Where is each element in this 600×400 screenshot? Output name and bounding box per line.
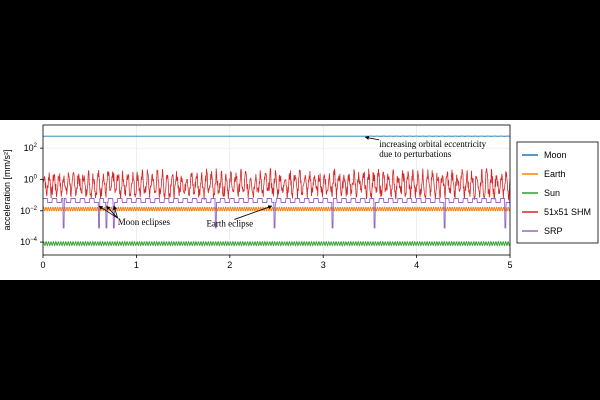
x-tick-label: 5: [507, 260, 512, 270]
legend-label: Moon: [544, 150, 567, 160]
y-tick-label: 100: [24, 174, 38, 184]
x-tick-label: 0: [40, 260, 45, 270]
annotation-text: increasing orbital eccentricity due to pe…: [379, 139, 486, 159]
annotations: increasing orbital eccentricity due to pe…: [98, 135, 487, 228]
legend-label: Earth: [544, 169, 566, 179]
figure-panel: 0 1 2 3 4 5 10−4 10−2 100 102 acceleration [mm/s…: [0, 120, 600, 280]
x-tick-label: 1: [134, 260, 139, 270]
acceleration-chart: 0 1 2 3 4 5 10−4 10−2 100 102 acceleration [mm/s…: [2, 124, 599, 270]
y-tick-label: 102: [24, 143, 38, 153]
x-axis-ticks: 0 1 2 3 4 5: [40, 255, 513, 270]
annotation-text: Earth eclipse: [206, 218, 253, 228]
legend-label: Sun: [544, 188, 560, 198]
y-axis-ticks: 10−4 10−2 100 102: [20, 143, 43, 247]
annotation-arrow: [364, 135, 380, 141]
legend-label: 51x51 SHM: [544, 207, 591, 217]
x-tick-label: 4: [414, 260, 419, 270]
y-tick-label: 10−4: [20, 237, 38, 247]
legend: Moon Earth Sun 51x51 SHM SRP: [516, 141, 599, 244]
series-line-51x51-shm: [43, 167, 510, 201]
legend-label: SRP: [544, 226, 563, 236]
series-line-sun: [43, 240, 510, 247]
y-tick-label: 10−2: [20, 206, 38, 216]
x-tick-label: 2: [227, 260, 232, 270]
annotation-text: Moon eclipses: [118, 217, 171, 227]
x-tick-label: 3: [321, 260, 326, 270]
y-axis-label: acceleration [mm/s²]: [2, 149, 12, 230]
